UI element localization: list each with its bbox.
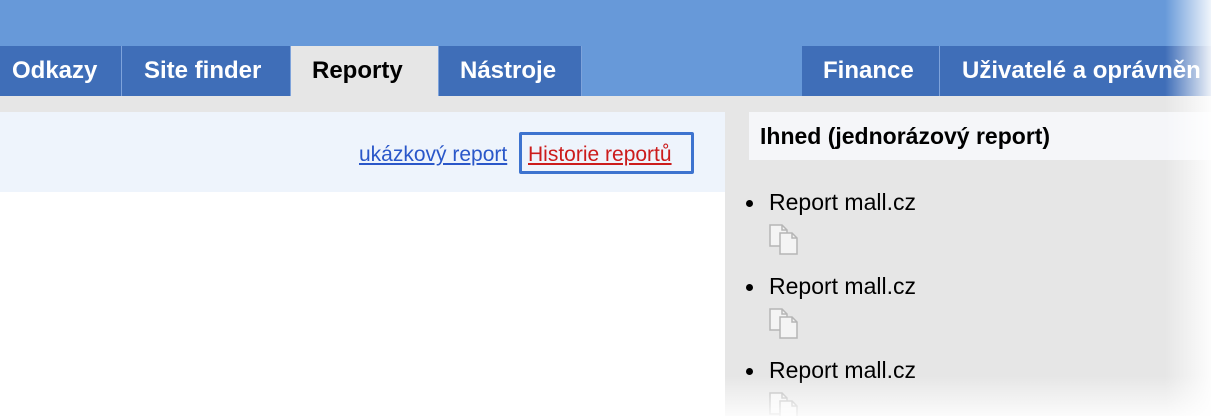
report-item-label[interactable]: Report mall.cz (769, 188, 916, 216)
panel-title: Ihned (jednorázový report) (749, 112, 1211, 160)
tab-users-permissions[interactable]: Uživatelé a oprávněn (940, 46, 1211, 96)
app-page: Odkazy Site finder Reporty Nástroje Fina… (0, 0, 1211, 416)
report-history-link[interactable]: Historie reportů (528, 143, 672, 167)
subheader-band (0, 96, 1211, 112)
tab-odkazy[interactable]: Odkazy (0, 46, 122, 96)
copy-icon[interactable] (768, 307, 802, 339)
list-item: Report mall.cz (746, 188, 1166, 258)
report-item-label[interactable]: Report mall.cz (769, 356, 916, 384)
copy-icon[interactable] (768, 223, 802, 255)
list-item: Report mall.cz (746, 356, 1166, 416)
main-nav-right: Finance Uživatelé a oprávněn (802, 46, 1211, 96)
tab-site-finder[interactable]: Site finder (122, 46, 291, 96)
bullet-icon (746, 200, 753, 207)
main-nav-left: Odkazy Site finder Reporty Nástroje (0, 46, 582, 96)
sample-report-link[interactable]: ukázkový report (359, 143, 507, 167)
copy-icon[interactable] (768, 391, 802, 416)
list-item: Report mall.cz (746, 272, 1166, 342)
main-content-area (0, 192, 725, 416)
tab-finance[interactable]: Finance (802, 46, 940, 96)
tab-reporty[interactable]: Reporty (291, 46, 439, 96)
bullet-icon (746, 284, 753, 291)
tab-nastroje[interactable]: Nástroje (439, 46, 582, 96)
bullet-icon (746, 368, 753, 375)
report-item-label[interactable]: Report mall.cz (769, 272, 916, 300)
